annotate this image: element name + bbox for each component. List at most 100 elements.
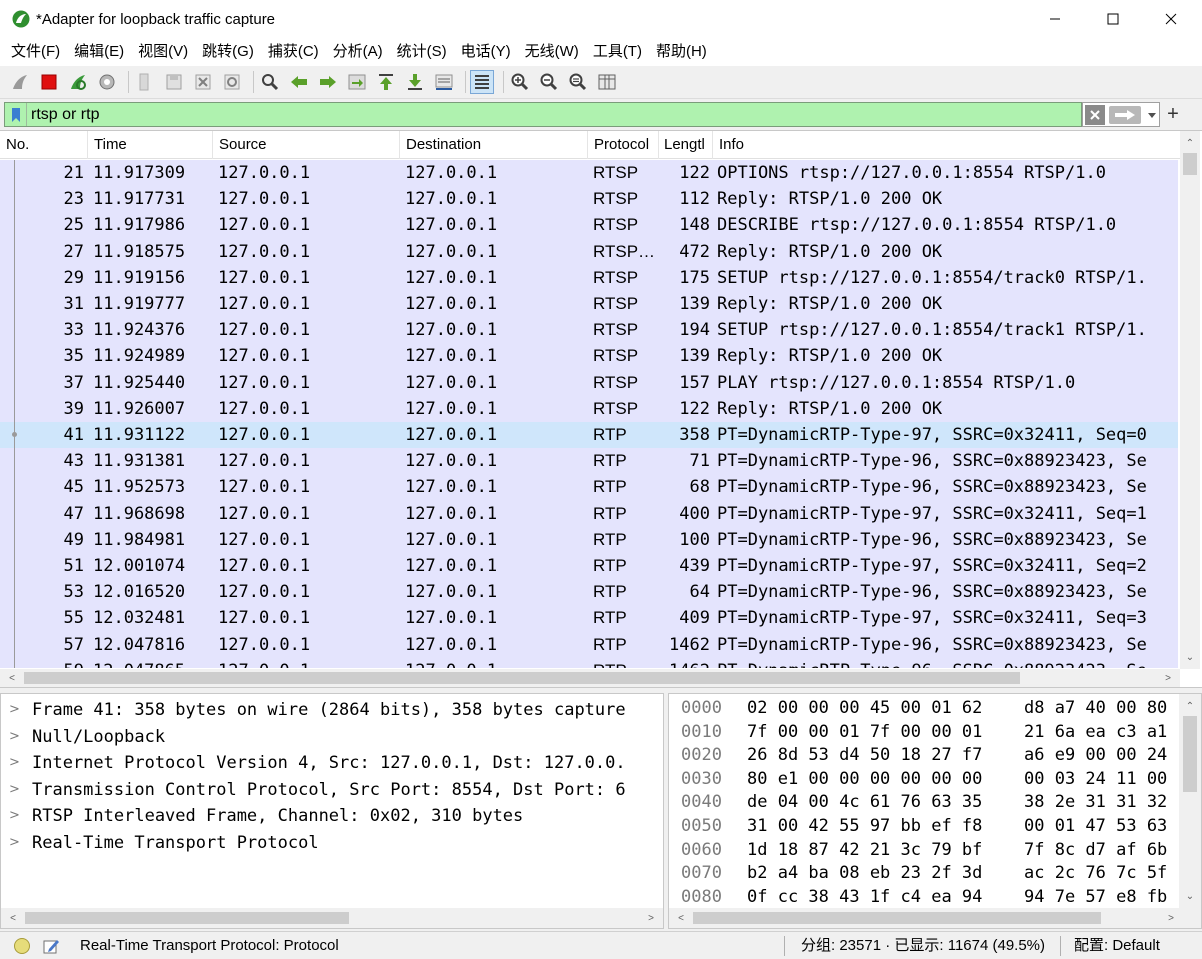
packet-row[interactable]: 37 11.925440 127.0.0.1 127.0.0.1 RTSP 157 PLAY…	[0, 369, 1178, 396]
column-header-source[interactable]: Source	[213, 131, 400, 159]
expand-arrow-icon[interactable]: >	[9, 750, 23, 776]
find-packet-icon[interactable]	[258, 70, 282, 94]
menu-telephony[interactable]: 电话(Y)	[454, 38, 518, 66]
filter-history-dropdown-icon[interactable]	[1147, 106, 1157, 123]
menu-edit[interactable]: 编辑(E)	[67, 38, 131, 66]
save-file-icon[interactable]	[162, 70, 186, 94]
expand-arrow-icon[interactable]: >	[9, 830, 23, 856]
packet-row[interactable]: 53 12.016520 127.0.0.1 127.0.0.1 RTP 64 PT=Dyn…	[0, 579, 1178, 606]
minimize-button[interactable]	[1026, 0, 1084, 38]
packet-row[interactable]: 57 12.047816 127.0.0.1 127.0.0.1 RTP 1462 PT=D…	[0, 631, 1178, 658]
packet-row[interactable]: 51 12.001074 127.0.0.1 127.0.0.1 RTP 439 PT=Dy…	[0, 553, 1178, 580]
packet-row[interactable]: 21 11.917309 127.0.0.1 127.0.0.1 RTSP 122 OPTI…	[0, 160, 1178, 187]
packet-row[interactable]: 47 11.968698 127.0.0.1 127.0.0.1 RTP 400 PT=Dy…	[0, 500, 1178, 527]
packet-list-vscrollbar[interactable]: ⌃ ⌄	[1180, 131, 1200, 669]
column-header-no[interactable]: No.	[0, 131, 88, 159]
add-filter-button[interactable]: +	[1164, 104, 1182, 124]
column-header-destination[interactable]: Destination	[400, 131, 588, 159]
tree-item-rtsp-interleaved[interactable]: > RTSP Interleaved Frame, Channel: 0x02, …	[1, 803, 663, 829]
scroll-right-icon[interactable]: >	[1160, 670, 1176, 686]
details-hscrollbar[interactable]: < >	[1, 908, 663, 928]
packet-row[interactable]: 45 11.952573 127.0.0.1 127.0.0.1 RTP 68 PT=Dyn…	[0, 474, 1178, 501]
shark-fin-start-icon[interactable]	[8, 70, 32, 94]
apply-filter-arrow-icon[interactable]	[1109, 105, 1141, 124]
expand-arrow-icon[interactable]: >	[9, 777, 23, 803]
scroll-up-icon[interactable]: ⌃	[1182, 698, 1198, 714]
tree-item-frame[interactable]: > Frame 41: 358 bytes on wire (2864 bits)…	[1, 697, 663, 723]
scroll-down-icon[interactable]: ⌄	[1182, 649, 1198, 665]
close-button[interactable]	[1142, 0, 1200, 38]
open-file-icon[interactable]	[133, 70, 157, 94]
column-header-protocol[interactable]: Protocol	[588, 131, 659, 159]
display-filter-input[interactable]: rtsp or rtp	[31, 106, 99, 124]
maximize-button[interactable]	[1084, 0, 1142, 38]
bytes-hscrollbar[interactable]: < >	[669, 908, 1201, 928]
autoscroll-icon[interactable]	[432, 70, 456, 94]
scrollbar-thumb[interactable]	[1183, 153, 1197, 175]
close-file-icon[interactable]	[191, 70, 215, 94]
menu-tools[interactable]: 工具(T)	[586, 38, 649, 66]
packet-row[interactable]: 43 11.931381 127.0.0.1 127.0.0.1 RTP 71 PT=Dyn…	[0, 448, 1178, 475]
scroll-right-icon[interactable]: >	[1163, 910, 1179, 926]
capture-options-icon[interactable]	[95, 70, 119, 94]
tree-item-rtp[interactable]: > Real-Time Transport Protocol	[1, 830, 663, 856]
go-last-icon[interactable]	[403, 70, 427, 94]
menu-view[interactable]: 视图(V)	[131, 38, 195, 66]
go-first-icon[interactable]	[374, 70, 398, 94]
menu-go[interactable]: 跳转(G)	[195, 38, 261, 66]
clear-filter-icon[interactable]	[1085, 104, 1105, 125]
packet-row[interactable]: 41 11.931122 127.0.0.1 127.0.0.1 RTP 358 PT=Dy…	[0, 422, 1178, 449]
menu-file[interactable]: 文件(F)	[4, 38, 67, 66]
column-header-info[interactable]: Info	[713, 131, 1180, 159]
packet-row[interactable]: 31 11.919777 127.0.0.1 127.0.0.1 RTSP 139 Repl…	[0, 291, 1178, 318]
reload-file-icon[interactable]	[220, 70, 244, 94]
tree-item-null-loopback[interactable]: > Null/Loopback	[1, 724, 663, 750]
packet-row[interactable]: 25 11.917986 127.0.0.1 127.0.0.1 RTSP 148 DESC…	[0, 212, 1178, 239]
packet-row[interactable]: 27 11.918575 127.0.0.1 127.0.0.1 RTSP… 472 Rep…	[0, 238, 1178, 265]
bookmark-icon[interactable]	[5, 103, 27, 126]
capture-comment-icon[interactable]	[42, 937, 60, 955]
column-header-length[interactable]: Lengtl	[659, 131, 713, 159]
scrollbar-thumb[interactable]	[1183, 716, 1197, 792]
resize-columns-icon[interactable]	[595, 70, 619, 94]
menu-statistics[interactable]: 统计(S)	[390, 38, 454, 66]
packet-row[interactable]: 35 11.924989 127.0.0.1 127.0.0.1 RTSP 139 Repl…	[0, 343, 1178, 370]
scrollbar-thumb[interactable]	[693, 912, 1101, 924]
bytes-vscrollbar[interactable]: ⌃ ⌄	[1179, 694, 1201, 908]
scroll-left-icon[interactable]: <	[5, 910, 21, 926]
scrollbar-thumb[interactable]	[24, 672, 1020, 684]
expand-arrow-icon[interactable]: >	[9, 803, 23, 829]
scroll-down-icon[interactable]: ⌄	[1182, 888, 1198, 904]
go-to-packet-icon[interactable]	[345, 70, 369, 94]
menu-wireless[interactable]: 无线(W)	[518, 38, 586, 66]
scroll-right-icon[interactable]: >	[643, 910, 659, 926]
zoom-out-icon[interactable]	[537, 70, 561, 94]
restart-capture-icon[interactable]	[66, 70, 90, 94]
display-filter-field[interactable]: rtsp or rtp	[4, 102, 1082, 127]
packet-row[interactable]: 49 11.984981 127.0.0.1 127.0.0.1 RTP 100 PT=Dy…	[0, 526, 1178, 553]
zoom-normal-icon[interactable]	[566, 70, 590, 94]
packet-row[interactable]: 59 12.047865 127.0.0.1 127.0.0.1 RTP1462 PT=D…	[0, 657, 1178, 668]
stop-capture-icon[interactable]	[37, 70, 61, 94]
expand-arrow-icon[interactable]: >	[9, 724, 23, 750]
packet-row[interactable]: 29 11.919156 127.0.0.1 127.0.0.1 RTSP 175 SETU…	[0, 264, 1178, 291]
packet-row[interactable]: 39 11.926007 127.0.0.1 127.0.0.1 RTSP 122 Repl…	[0, 395, 1178, 422]
colorize-icon[interactable]	[470, 70, 494, 94]
zoom-in-icon[interactable]	[508, 70, 532, 94]
packet-row[interactable]: 33 11.924376 127.0.0.1 127.0.0.1 RTSP 194 SETU…	[0, 317, 1178, 344]
column-header-time[interactable]: Time	[88, 131, 213, 159]
scroll-up-icon[interactable]: ⌃	[1182, 135, 1198, 151]
packet-list-hscrollbar[interactable]: < >	[0, 669, 1180, 687]
go-forward-icon[interactable]	[316, 70, 340, 94]
scroll-left-icon[interactable]: <	[4, 670, 20, 686]
menu-analyze[interactable]: 分析(A)	[326, 38, 390, 66]
tree-item-ipv4[interactable]: > Internet Protocol Version 4, Src: 127.0…	[1, 750, 663, 776]
menu-capture[interactable]: 捕获(C)	[261, 38, 326, 66]
tree-item-tcp[interactable]: > Transmission Control Protocol, Src Port…	[1, 777, 663, 803]
packet-row[interactable]: 55 12.032481 127.0.0.1 127.0.0.1 RTP 409 PT=Dy…	[0, 605, 1178, 632]
go-back-icon[interactable]	[287, 70, 311, 94]
scrollbar-thumb[interactable]	[25, 912, 349, 924]
expert-info-indicator-icon[interactable]	[14, 938, 30, 954]
packet-row[interactable]: 23 11.917731 127.0.0.1 127.0.0.1 RTSP 112 Repl…	[0, 186, 1178, 213]
menu-help[interactable]: 帮助(H)	[649, 38, 714, 66]
